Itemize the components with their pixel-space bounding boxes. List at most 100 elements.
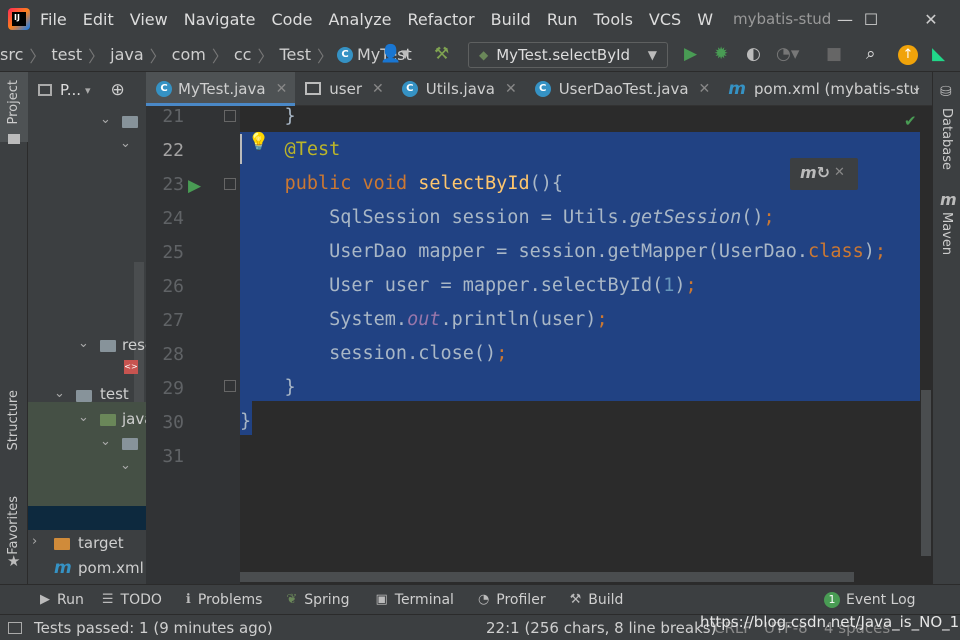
menu-navigate[interactable]: Navigate	[182, 10, 260, 29]
tree-item-resources[interactable]: rese	[122, 336, 146, 354]
chevron-down-icon[interactable]: ▾	[85, 84, 91, 97]
project-panel-title[interactable]: P...	[60, 81, 81, 99]
inspection-ok-icon[interactable]: ✔	[904, 112, 917, 130]
info-icon: ℹ	[185, 592, 191, 607]
profiler-tool-button[interactable]: ◔ Profiler	[478, 592, 546, 608]
build-hammer-icon[interactable]: ⚒	[434, 44, 449, 64]
close-icon[interactable]: ✕	[505, 81, 517, 97]
menu-code[interactable]: Code	[270, 10, 317, 29]
maven-reload-icon[interactable]: m↻	[800, 163, 830, 182]
tree-item-pom[interactable]: pom.xml	[78, 559, 144, 577]
problems-tool-button[interactable]: ℹ Problems	[186, 592, 262, 608]
line-number: 27	[162, 310, 184, 331]
menu-view[interactable]: View	[128, 10, 172, 29]
breadcrumb-com[interactable]: com	[172, 45, 206, 64]
selected-tree-row[interactable]	[28, 506, 146, 530]
tab-mytest[interactable]: C MyTest.java ✕	[146, 71, 296, 106]
breadcrumb-test-pkg[interactable]: Test	[279, 45, 311, 64]
spring-tool-button[interactable]: ❦ Spring	[286, 592, 349, 608]
menu-run[interactable]: Run	[545, 10, 582, 29]
search-icon[interactable]: ⌕	[866, 44, 876, 64]
spring-leaf-icon: ❦	[286, 592, 298, 607]
coverage-icon[interactable]: ◐	[746, 44, 761, 64]
java-class-icon: C	[534, 80, 551, 97]
vertical-scrollbar[interactable]	[921, 390, 931, 556]
maven-tool-tab[interactable]: Maven	[939, 212, 954, 255]
debug-icon[interactable]: ✹	[714, 44, 728, 64]
project-panel: P... ▾ ⊕ ⌄ ⌄ ⌄ rese <> ⌄ test ⌄ java ⌄ ⌄…	[28, 72, 146, 584]
tab-utils[interactable]: C Utils.java ✕	[392, 72, 525, 106]
tab-label: MyTest.java	[178, 79, 266, 98]
menu-tools[interactable]: Tools	[592, 10, 637, 29]
project-tool-tab[interactable]: Project	[6, 80, 21, 124]
chevron-down-icon[interactable]: ⌄	[120, 458, 131, 473]
code-line-23: public void selectById(){	[284, 173, 564, 194]
chevron-down-icon[interactable]: ⌄	[54, 386, 65, 401]
menu-window[interactable]: W	[695, 10, 717, 29]
todo-tool-button[interactable]: ☰ TODO	[102, 592, 162, 608]
close-icon[interactable]: ✕	[372, 81, 384, 97]
locate-icon[interactable]: ⊕	[111, 80, 125, 100]
caret-position[interactable]: 22:1 (256 chars, 8 line breaks)	[486, 619, 716, 637]
breadcrumb-java[interactable]: java	[110, 45, 144, 64]
tree-item-java[interactable]: java	[122, 410, 146, 428]
stop-icon[interactable]: ■	[826, 44, 842, 64]
tab-user[interactable]: user ✕	[295, 72, 391, 106]
chevron-down-icon[interactable]: ⌄	[100, 112, 111, 127]
structure-tool-tab[interactable]: Structure	[6, 390, 21, 450]
close-icon[interactable]: ✕	[834, 165, 845, 180]
favorites-tool-tab[interactable]: Favorites	[6, 496, 21, 555]
run-test-gutter-icon[interactable]: ▶	[188, 176, 201, 196]
folder-icon	[122, 116, 138, 128]
tab-label: UserDaoTest.java	[558, 79, 689, 98]
tabs-dropdown-icon[interactable]: ⌄	[911, 80, 922, 95]
event-log-button[interactable]: 1 Event Log	[824, 591, 916, 608]
close-icon[interactable]: ✕	[276, 81, 288, 97]
menu-file[interactable]: File	[38, 10, 71, 29]
database-tool-tab[interactable]: Database	[939, 108, 954, 170]
star-icon: ★	[7, 552, 21, 570]
breadcrumb-test[interactable]: test	[51, 45, 82, 64]
tree-item-test[interactable]: test	[100, 385, 129, 403]
menu-refactor[interactable]: Refactor	[406, 10, 479, 29]
maven-icon: m	[54, 558, 72, 578]
chevron-down-icon[interactable]: ⌄	[78, 410, 89, 425]
run-icon[interactable]: ▶	[684, 44, 697, 64]
close-window-button[interactable]: ✕	[908, 0, 954, 38]
toggle-panels-icon[interactable]	[8, 621, 22, 634]
code-with-me-icon[interactable]: ◣	[932, 44, 945, 64]
menu-build[interactable]: Build	[489, 10, 535, 29]
chevron-right-icon: 〉	[211, 46, 228, 66]
fold-icon[interactable]	[224, 110, 236, 122]
code-line-25: UserDao mapper = session.getMapper(UserD…	[240, 241, 887, 262]
terminal-tool-button[interactable]: ▣ Terminal	[375, 592, 453, 608]
maximize-button[interactable]: ☐	[848, 0, 894, 38]
close-icon[interactable]: ✕	[699, 81, 711, 97]
update-icon[interactable]: ↑	[898, 45, 918, 65]
chevron-right-icon[interactable]: ›	[32, 534, 37, 549]
chevron-down-icon[interactable]: ⌄	[120, 136, 131, 151]
run-configuration-select[interactable]: ◆ MyTest.selectById ▼	[468, 42, 668, 68]
line-number: 21	[162, 106, 184, 127]
user-icon[interactable]: 👤▾	[380, 44, 410, 64]
tab-pom[interactable]: m pom.xml (mybatis-stu	[718, 72, 927, 106]
menu-vcs[interactable]: VCS	[647, 10, 685, 29]
breadcrumb-cc[interactable]: cc	[234, 45, 252, 64]
horizontal-scrollbar[interactable]	[240, 572, 854, 582]
tree-scrollbar[interactable]	[134, 262, 144, 402]
chevron-down-icon[interactable]: ⌄	[78, 336, 89, 351]
build-tool-button[interactable]: ⚒ Build	[570, 592, 624, 608]
todo-tool-label: TODO	[120, 591, 162, 608]
tree-item-target[interactable]: target	[78, 534, 124, 552]
status-message[interactable]: Tests passed: 1 (9 minutes ago)	[34, 619, 273, 637]
run-tool-button[interactable]: ▶ Run	[40, 592, 84, 608]
breadcrumb-src[interactable]: src	[0, 45, 23, 64]
menu-edit[interactable]: Edit	[81, 10, 118, 29]
code-editor[interactable]: 💡 } @Test public void selectById(){ SqlS…	[240, 106, 920, 584]
tab-userdaotest[interactable]: C UserDaoTest.java ✕	[525, 72, 719, 106]
fold-icon[interactable]	[224, 380, 236, 392]
fold-icon[interactable]	[224, 178, 236, 190]
profile-icon[interactable]: ◔▾	[776, 44, 799, 64]
menu-analyze[interactable]: Analyze	[326, 10, 395, 29]
chevron-down-icon[interactable]: ⌄	[100, 434, 111, 449]
